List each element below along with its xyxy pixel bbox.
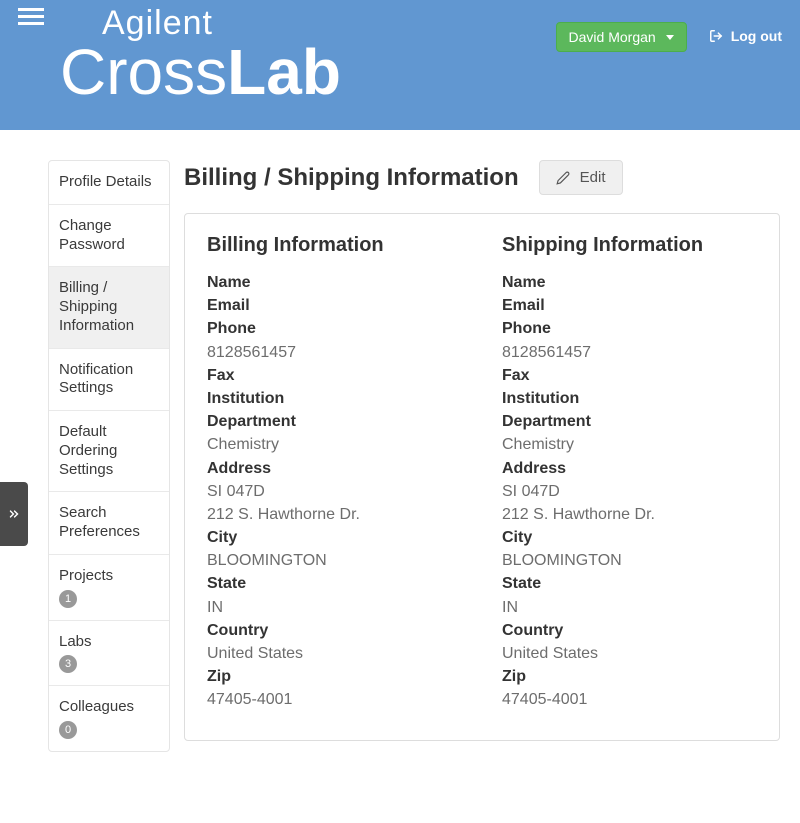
- shipping-address1: SI 047D: [502, 480, 757, 503]
- sidebar-item-label: Labs: [59, 633, 92, 650]
- shipping-column: Shipping Information Name Email Phone 81…: [502, 234, 757, 712]
- pencil-icon: [556, 171, 570, 185]
- label-department: Department: [502, 410, 757, 433]
- label-state: State: [207, 572, 462, 595]
- main-content: Billing / Shipping Information Edit Bill…: [184, 160, 780, 741]
- shipping-city: BLOOMINGTON: [502, 549, 757, 572]
- profile-sidebar: Profile Details Change Password Billing …: [48, 160, 170, 752]
- billing-heading: Billing Information: [207, 234, 462, 257]
- logo-right: Lab: [227, 36, 341, 108]
- shipping-heading: Shipping Information: [502, 234, 757, 257]
- billing-column: Billing Information Name Email Phone 812…: [207, 234, 462, 712]
- sidebar-item-projects[interactable]: Projects 1: [49, 555, 169, 621]
- sidebar-item-notification-settings[interactable]: Notification Settings: [49, 349, 169, 412]
- shipping-department: Chemistry: [502, 433, 757, 456]
- shipping-address2: 212 S. Hawthorne Dr.: [502, 503, 757, 526]
- label-email: Email: [502, 294, 757, 317]
- sidebar-item-billing-shipping[interactable]: Billing / Shipping Information: [49, 267, 169, 348]
- billing-phone: 8128561457: [207, 341, 462, 364]
- logout-icon: [709, 29, 723, 43]
- sidebar-item-label: Projects: [59, 567, 113, 584]
- shipping-state: IN: [502, 596, 757, 619]
- shipping-country: United States: [502, 642, 757, 665]
- sidebar-item-profile-details[interactable]: Profile Details: [49, 161, 169, 205]
- logout-label: Log out: [731, 28, 782, 44]
- sidebar-item-colleagues[interactable]: Colleagues 0: [49, 686, 169, 751]
- logo-left: Cross: [60, 36, 227, 108]
- label-name: Name: [502, 271, 757, 294]
- billing-state: IN: [207, 596, 462, 619]
- billing-department: Chemistry: [207, 433, 462, 456]
- info-panel: Billing Information Name Email Phone 812…: [184, 213, 780, 741]
- app-logo: Agilent CrossLab: [60, 6, 341, 104]
- label-name: Name: [207, 271, 462, 294]
- sidebar-item-change-password[interactable]: Change Password: [49, 205, 169, 268]
- label-institution: Institution: [207, 387, 462, 410]
- edit-label: Edit: [580, 169, 606, 186]
- label-country: Country: [207, 619, 462, 642]
- user-name: David Morgan: [569, 29, 656, 45]
- sidebar-item-label: Billing / Shipping Information: [59, 279, 134, 334]
- sidebar-item-search-preferences[interactable]: Search Preferences: [49, 492, 169, 555]
- label-email: Email: [207, 294, 462, 317]
- label-city: City: [502, 526, 757, 549]
- menu-icon[interactable]: [18, 8, 44, 30]
- label-institution: Institution: [502, 387, 757, 410]
- sidebar-item-default-ordering[interactable]: Default Ordering Settings: [49, 411, 169, 492]
- label-department: Department: [207, 410, 462, 433]
- sidebar-item-label: Search Preferences: [59, 504, 140, 540]
- billing-address2: 212 S. Hawthorne Dr.: [207, 503, 462, 526]
- logout-link[interactable]: Log out: [709, 28, 782, 44]
- label-zip: Zip: [502, 665, 757, 688]
- sidebar-item-label: Profile Details: [59, 173, 152, 190]
- edit-button[interactable]: Edit: [539, 160, 623, 195]
- label-address: Address: [502, 457, 757, 480]
- shipping-phone: 8128561457: [502, 341, 757, 364]
- chevron-down-icon: [666, 35, 674, 40]
- label-country: Country: [502, 619, 757, 642]
- label-zip: Zip: [207, 665, 462, 688]
- app-header: Agilent CrossLab David Morgan Log out: [0, 0, 800, 130]
- shipping-zip: 47405-4001: [502, 688, 757, 711]
- billing-address1: SI 047D: [207, 480, 462, 503]
- badge-count: 1: [59, 590, 77, 608]
- label-city: City: [207, 526, 462, 549]
- sidebar-item-label: Default Ordering Settings: [59, 423, 117, 478]
- expand-panel-tab[interactable]: [0, 482, 28, 546]
- page-title: Billing / Shipping Information: [184, 164, 519, 192]
- user-menu-button[interactable]: David Morgan: [556, 22, 687, 52]
- label-address: Address: [207, 457, 462, 480]
- label-fax: Fax: [207, 364, 462, 387]
- billing-city: BLOOMINGTON: [207, 549, 462, 572]
- sidebar-item-label: Change Password: [59, 217, 125, 253]
- billing-zip: 47405-4001: [207, 688, 462, 711]
- billing-country: United States: [207, 642, 462, 665]
- label-phone: Phone: [502, 317, 757, 340]
- sidebar-item-label: Notification Settings: [59, 361, 133, 397]
- badge-count: 3: [59, 655, 77, 673]
- label-phone: Phone: [207, 317, 462, 340]
- sidebar-item-labs[interactable]: Labs 3: [49, 621, 169, 687]
- sidebar-item-label: Colleagues: [59, 698, 134, 715]
- badge-count: 0: [59, 721, 77, 739]
- label-state: State: [502, 572, 757, 595]
- label-fax: Fax: [502, 364, 757, 387]
